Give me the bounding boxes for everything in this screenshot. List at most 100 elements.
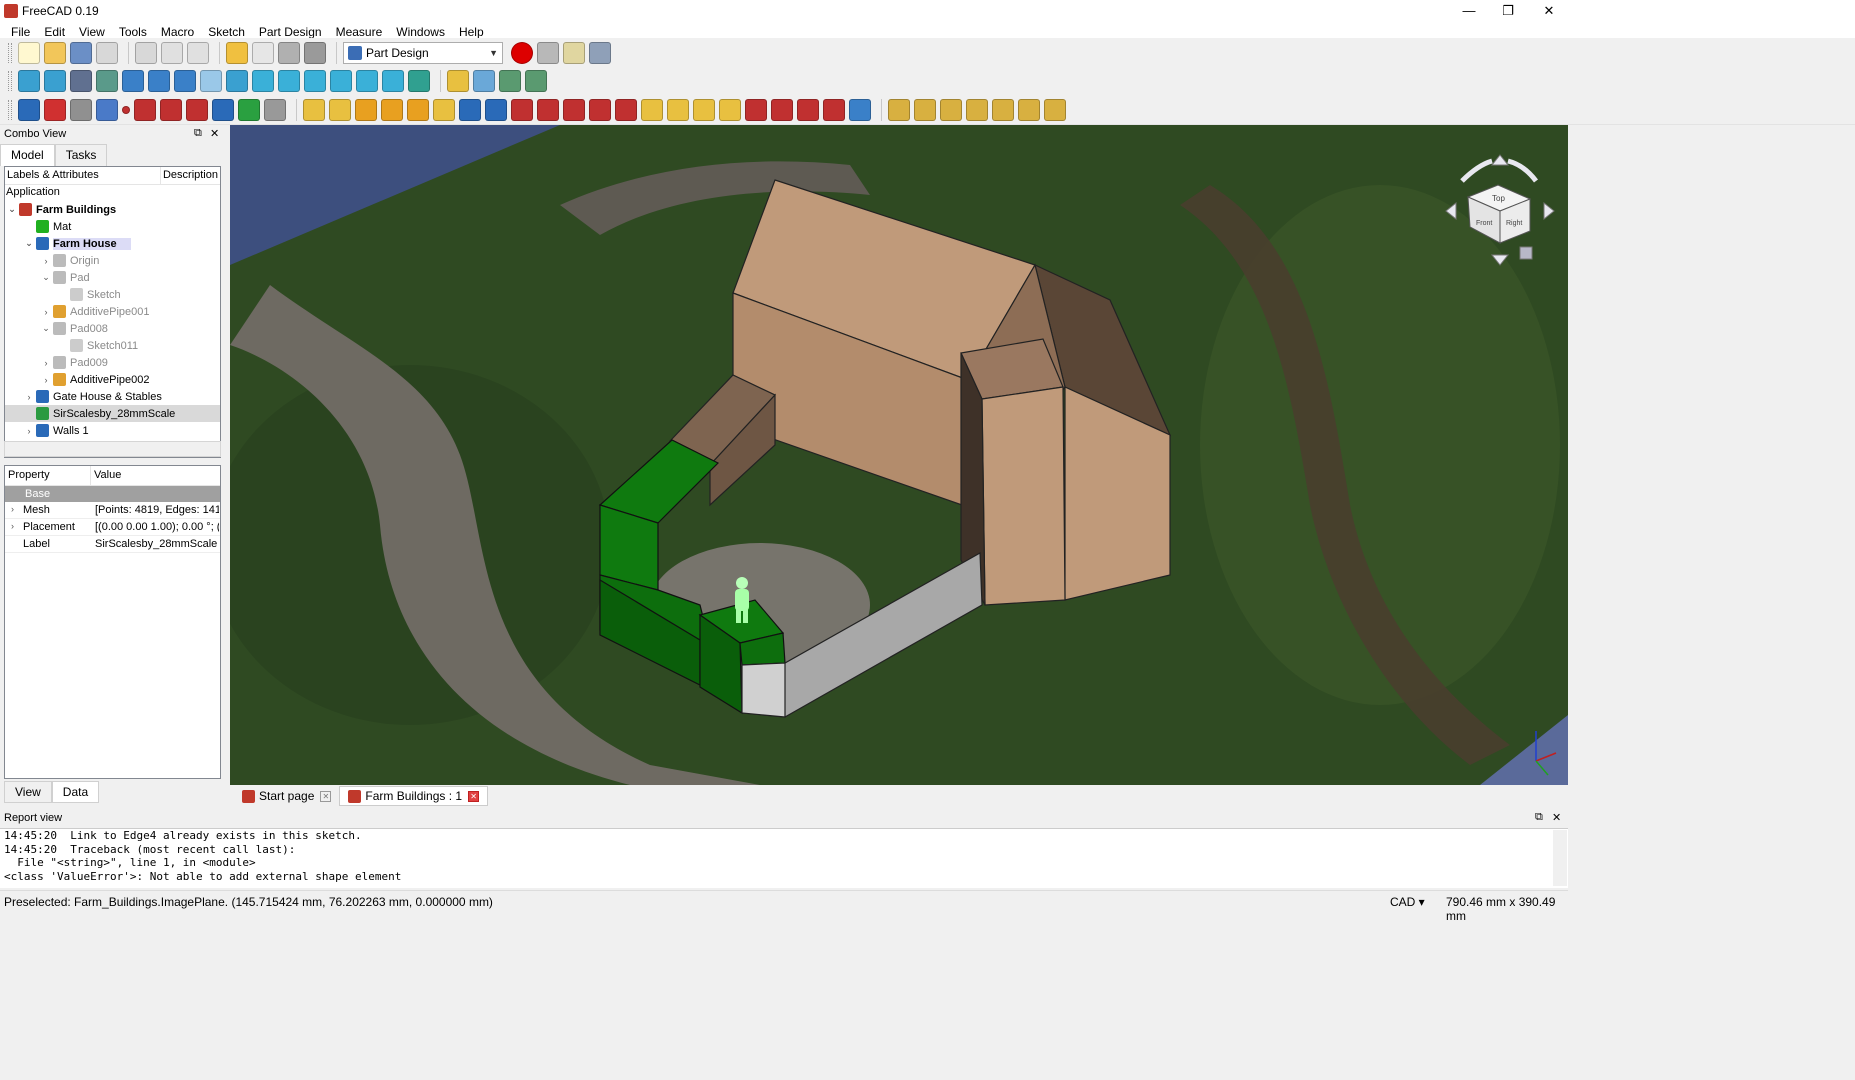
chamfer-icon[interactable] (771, 98, 793, 121)
link-actions-icon[interactable] (525, 69, 547, 92)
subtractive-loft-icon[interactable] (537, 98, 559, 121)
tab-data[interactable]: Data (51, 781, 100, 803)
measure-toggle-3d-icon[interactable] (1018, 98, 1040, 121)
property-header-key[interactable]: Property (5, 466, 91, 485)
workbench-selector[interactable]: Part Design ▼ (343, 41, 503, 64)
chevron-right-icon[interactable]: › (11, 504, 23, 516)
local-cs-icon[interactable] (186, 98, 208, 121)
redo-icon[interactable] (252, 41, 274, 64)
tree-horizontal-scrollbar[interactable] (4, 441, 221, 457)
property-row[interactable]: ›Placement[(0.00 0.00 1.00); 0.00 °; (68… (5, 519, 220, 536)
additive-loft-icon[interactable] (355, 98, 377, 121)
3d-viewport[interactable]: Top Front Right (230, 125, 1568, 785)
document-tab[interactable]: Start page ✕ (234, 786, 339, 806)
close-icon[interactable]: ✕ (210, 127, 219, 140)
property-row[interactable]: ›Mesh[Points: 4819, Edges: 1412... (5, 502, 220, 519)
right-view-icon[interactable] (304, 69, 326, 92)
groove-icon[interactable] (511, 98, 533, 121)
whats-this-icon[interactable] (304, 41, 326, 64)
tree-item[interactable]: › AdditivePipe002 (5, 371, 220, 388)
tree-item[interactable]: › Walls 1 (5, 422, 220, 439)
chevron-down-icon[interactable]: ⌄ (5, 204, 19, 215)
pad-icon[interactable] (303, 98, 325, 121)
datum-line-icon[interactable] (134, 98, 156, 121)
sub-shape-binder-icon[interactable] (212, 98, 234, 121)
close-tab-icon[interactable]: ✕ (320, 790, 332, 802)
datum-plane-icon[interactable] (160, 98, 182, 121)
paste-icon[interactable] (187, 41, 209, 64)
tab-model[interactable]: Model (0, 144, 55, 166)
additive-pipe-icon[interactable] (381, 98, 403, 121)
macro-stop-icon[interactable] (537, 41, 559, 64)
macro-record-icon[interactable] (511, 41, 533, 64)
property-header-value[interactable]: Value (91, 466, 124, 485)
create-part-icon[interactable] (447, 69, 469, 92)
print-icon[interactable] (96, 41, 118, 64)
additive-helix-icon[interactable] (407, 98, 429, 121)
undo-icon[interactable] (226, 41, 248, 64)
create-sketch-icon[interactable] (44, 98, 66, 121)
macro-edit-icon[interactable] (563, 41, 585, 64)
3d-scene[interactable]: Top Front Right (230, 125, 1568, 785)
float-icon[interactable]: ⧉ (194, 127, 202, 140)
chevron-right-icon[interactable]: › (22, 392, 36, 402)
draw-style-icon[interactable] (70, 69, 92, 92)
top-view-icon[interactable] (278, 69, 300, 92)
boolean-icon[interactable] (849, 98, 871, 121)
report-scrollbar[interactable] (1553, 830, 1567, 886)
clone-icon[interactable] (238, 98, 260, 121)
restore-button[interactable]: ❐ (1485, 0, 1531, 22)
tree-item[interactable]: ⌄ Farm House (5, 235, 220, 252)
shape-binder-icon[interactable] (96, 98, 118, 121)
tree-item[interactable]: ⌄ Farm Buildings (5, 201, 220, 218)
chevron-right-icon[interactable]: › (39, 375, 53, 385)
toolbar-grip[interactable] (8, 42, 12, 63)
measure-refresh-icon[interactable] (940, 98, 962, 121)
multi-transform-icon[interactable] (719, 98, 741, 121)
measure-linear-icon[interactable] (888, 98, 910, 121)
polar-pattern-icon[interactable] (693, 98, 715, 121)
isometric-view-icon[interactable] (226, 69, 248, 92)
subtractive-primitive-icon[interactable] (615, 98, 637, 121)
toolbar-grip[interactable] (8, 99, 12, 120)
mirrored-icon[interactable] (641, 98, 663, 121)
tree-item[interactable]: Sketch (5, 286, 220, 303)
grey-wall-end[interactable] (741, 662, 786, 718)
tab-tasks[interactable]: Tasks (54, 144, 108, 166)
revolution-icon[interactable] (329, 98, 351, 121)
tab-view[interactable]: View (4, 781, 52, 803)
chevron-down-icon[interactable]: ⌄ (39, 272, 53, 283)
subtractive-pipe-icon[interactable] (563, 98, 585, 121)
validate-sketch-icon[interactable] (70, 98, 92, 121)
sync-view-icon[interactable] (174, 69, 196, 92)
std-views-icon[interactable] (200, 69, 222, 92)
float-icon[interactable]: ⧉ (1535, 811, 1543, 824)
property-value[interactable]: [(0.00 0.00 1.00); 0.00 °; (68... (91, 521, 219, 533)
bottom-view-icon[interactable] (356, 69, 378, 92)
tree-item[interactable]: SirScalesby_28mmScale (5, 405, 220, 422)
chevron-right-icon[interactable]: › (22, 426, 36, 436)
toolbar-grip[interactable] (8, 70, 12, 91)
close-tab-icon[interactable]: ✕ (468, 790, 480, 802)
chevron-right-icon[interactable]: › (39, 358, 53, 368)
draft-icon[interactable] (797, 98, 819, 121)
fit-all-icon[interactable] (18, 69, 40, 92)
property-row[interactable]: Label SirScalesby_28mmScale (5, 536, 220, 553)
pocket-icon[interactable] (459, 98, 481, 121)
measure-clear-icon[interactable] (966, 98, 988, 121)
document-tab[interactable]: Farm Buildings : 1 ✕ (339, 786, 489, 806)
create-body-icon[interactable] (18, 98, 40, 121)
tree-item[interactable]: ⌄ Pad008 (5, 320, 220, 337)
navigation-style-selector[interactable]: CAD ▾ (1390, 895, 1425, 909)
chevron-down-icon[interactable]: ⌄ (39, 323, 53, 334)
linear-pattern-icon[interactable] (667, 98, 689, 121)
report-view[interactable]: 14:45:20 Link to Edge4 already exists in… (0, 828, 1568, 888)
close-icon[interactable]: ✕ (1552, 811, 1561, 824)
measure-toggle-all-icon[interactable] (992, 98, 1014, 121)
chevron-down-icon[interactable]: ⌄ (22, 238, 36, 249)
back-arrow-icon[interactable] (122, 69, 144, 92)
hole-icon[interactable] (485, 98, 507, 121)
measure-distance-icon[interactable] (408, 69, 430, 92)
bounding-box-icon[interactable] (96, 69, 118, 92)
close-button[interactable]: ✕ (1526, 0, 1572, 22)
